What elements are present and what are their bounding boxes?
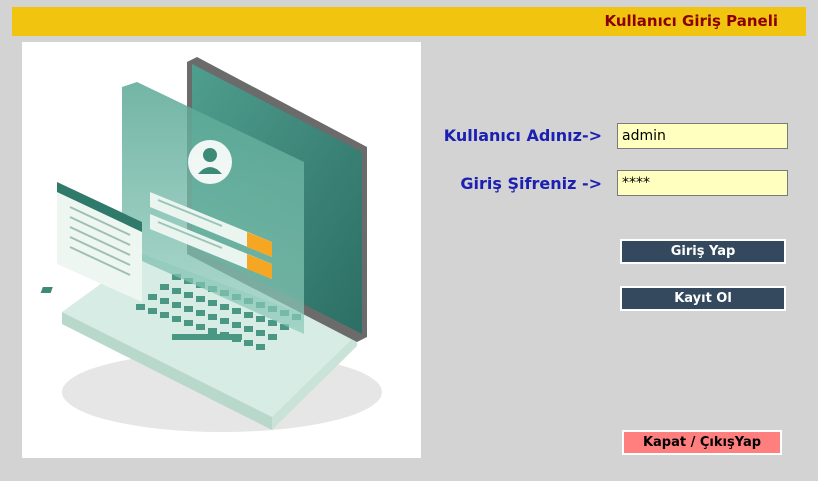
username-input[interactable] [617,123,788,149]
password-input[interactable] [617,170,788,196]
exit-button[interactable]: Kapat / ÇıkışYap [622,430,782,455]
login-button[interactable]: Giriş Yap [620,239,786,264]
header-bar: Kullanıcı Giriş Paneli [12,7,806,36]
page-title: Kullanıcı Giriş Paneli [604,12,778,30]
laptop-login-illustration-icon [40,57,382,432]
register-button[interactable]: Kayıt Ol [620,286,786,311]
password-label: Giriş Şifreniz -> [460,174,602,193]
username-label: Kullanıcı Adınız-> [443,126,602,145]
login-illustration [22,42,421,458]
